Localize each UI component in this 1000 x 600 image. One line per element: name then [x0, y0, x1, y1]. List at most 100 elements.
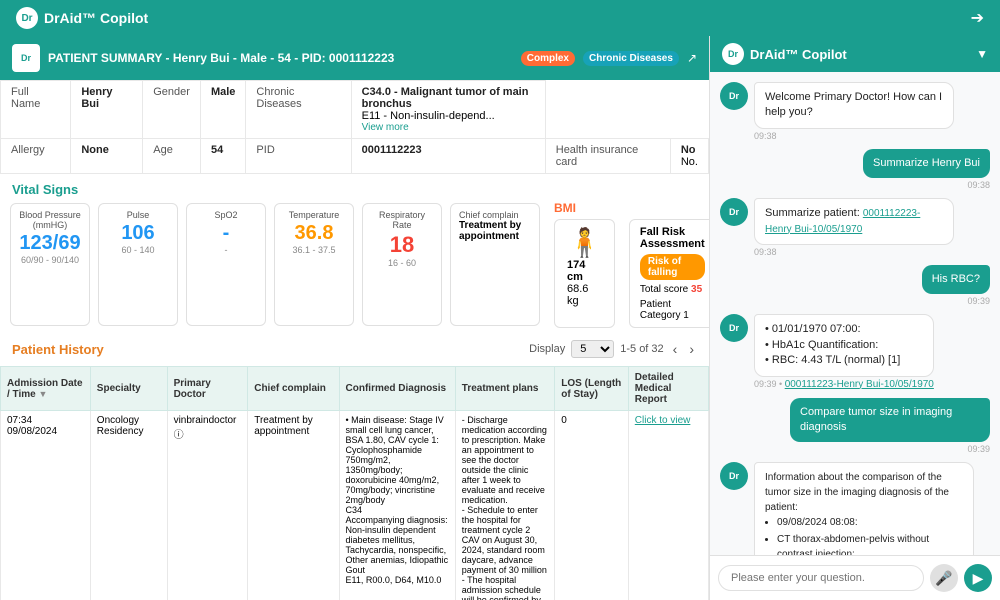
chat-logo-icon: Dr — [722, 43, 744, 65]
chief-complaint-card: Chief complain Treatment by appointment — [450, 203, 540, 326]
col-admission: Admission Date / Time ▼ — [1, 367, 91, 411]
temp-value: 36.8 — [283, 222, 345, 245]
age-label: Age — [143, 139, 201, 174]
cell-report[interactable]: Click to view — [628, 411, 708, 600]
cell-doctor: vinbraindoctor ⓘ — [167, 411, 248, 600]
patient-category-label: Patient Category — [640, 299, 681, 321]
main-layout: Dr PATIENT SUMMARY - Henry Bui - Male - … — [0, 36, 1000, 600]
patient-history-table: Admission Date / Time ▼ Specialty Primar… — [0, 366, 709, 600]
msg-tumor-column: Information about the comparison of the … — [754, 462, 974, 555]
mic-button[interactable]: 🎤 — [930, 564, 958, 592]
msg-summarize-bubble: Summarize Henry Bui — [863, 149, 990, 178]
msg-welcome-column: Welcome Primary Doctor! How can I help y… — [754, 82, 954, 141]
brand-logo: Dr DrAid™ Copilot — [16, 7, 148, 29]
bp-range: 60/90 - 90/140 — [19, 255, 81, 265]
chat-messages: Dr Welcome Primary Doctor! How can I hel… — [710, 72, 1000, 555]
msg-summarize-time: 09:38 — [863, 180, 990, 190]
cell-diagnosis: • Main disease: Stage IV small cell lung… — [339, 411, 455, 600]
temp-range: 36.1 - 37.5 — [283, 245, 345, 255]
full-name-value: Henry Bui — [71, 81, 143, 139]
bot-avatar-4: Dr — [720, 462, 748, 490]
spo2-value: - — [195, 222, 257, 245]
pulse-range: 60 - 140 — [107, 245, 169, 255]
next-page-button[interactable]: › — [686, 341, 697, 357]
bp-value: 123/69 — [19, 232, 81, 255]
resp-value: 18 — [371, 232, 433, 258]
total-score-row: Total score 35 — [640, 284, 705, 295]
view-more-link[interactable]: View more — [362, 122, 535, 133]
col-complaint: Chief complain — [248, 367, 339, 411]
vital-respiratory: Respiratory Rate 18 16 - 60 — [362, 203, 442, 326]
msg-rbc-response-time: 09:39 • 000111223-Henry Bui-10/05/1970 — [754, 379, 934, 390]
col-report: Detailed Medical Report — [628, 367, 708, 411]
col-diagnosis: Confirmed Diagnosis — [339, 367, 455, 411]
chronic-label: Chronic Diseases — [246, 81, 351, 139]
health-insurance-value: No — [681, 144, 698, 156]
allergy-label: Allergy — [1, 139, 71, 174]
col-los: LOS (Length of Stay) — [555, 367, 628, 411]
msg-rbc-response: Dr • 01/01/1970 07:00: • HbA1c Quantific… — [720, 314, 990, 389]
rbc-link[interactable]: 000111223-Henry Bui-10/05/1970 — [785, 379, 934, 390]
pagination-info: 1-5 of 32 — [620, 343, 663, 355]
gender-label: Gender — [143, 81, 201, 139]
col-treatment: Treatment plans — [455, 367, 555, 411]
chronic-badge: Chronic Diseases — [583, 51, 679, 66]
msg-link-response: Dr Summarize patient: 0001112223-Henry B… — [720, 198, 990, 257]
chat-header: Dr DrAid™ Copilot ▼ — [710, 36, 1000, 72]
patient-category-row: Patient Category 1 — [640, 299, 705, 321]
pid-label: PID — [246, 139, 351, 174]
msg-rbc-bubble: His RBC? — [922, 265, 990, 294]
msg-rbc: His RBC? 09:39 — [720, 265, 990, 306]
bmi-weight: 68.6 kg — [567, 283, 602, 307]
allergy-value: None — [71, 139, 143, 174]
external-link-icon[interactable]: ↗ — [687, 51, 697, 65]
tumor-ct: CT thorax-abdomen-pelvis without contras… — [777, 532, 963, 555]
pulse-label: Pulse — [107, 210, 169, 220]
complex-badge: Complex — [521, 51, 575, 66]
bot-avatar-3: Dr — [720, 314, 748, 342]
fall-risk-card: Fall Risk Assessment Risk of falling Tot… — [629, 219, 710, 328]
msg-link-bubble: Summarize patient: 0001112223-Henry Bui-… — [754, 198, 954, 245]
logo-icon: Dr — [16, 7, 38, 29]
display-label: Display — [529, 343, 565, 355]
msg-tumor-bubble: Information about the comparison of the … — [754, 462, 974, 555]
cell-specialty: Oncology Residency — [90, 411, 167, 600]
resp-label: Respiratory Rate — [371, 210, 433, 230]
health-insurance-label: Health insurance card — [545, 139, 670, 174]
msg-compare: Compare tumor size in imaging diagnosis … — [720, 398, 990, 455]
col-doctor: Primary Doctor — [167, 367, 248, 411]
prev-page-button[interactable]: ‹ — [670, 341, 681, 357]
display-select[interactable]: 5 10 20 — [571, 340, 614, 358]
navigate-icon[interactable]: ➔ — [971, 8, 984, 28]
vital-spo2: SpO2 - - — [186, 203, 266, 326]
msg-welcome: Dr Welcome Primary Doctor! How can I hel… — [720, 82, 990, 141]
patient-logo: Dr — [12, 44, 40, 72]
msg-compare-time: 09:39 — [790, 444, 990, 454]
msg-compare-bubble: Compare tumor size in imaging diagnosis — [790, 398, 990, 443]
fall-risk-title: Fall Risk Assessment — [640, 226, 705, 250]
bot-avatar: Dr — [720, 82, 748, 110]
msg-rbc-detail-column: • 01/01/1970 07:00: • HbA1c Quantificati… — [754, 314, 934, 389]
left-panel: Dr PATIENT SUMMARY - Henry Bui - Male - … — [0, 36, 710, 600]
health-insurance-note: No. — [681, 156, 698, 168]
age-value: 54 — [200, 139, 245, 174]
chat-input-area: 🎤 ▶ — [710, 555, 1000, 600]
msg-summarize-column: Summarize Henry Bui 09:38 — [863, 149, 990, 190]
patient-category-value: 1 — [683, 310, 689, 321]
vital-signs-title: Vital Signs — [0, 174, 709, 201]
chat-collapse-icon[interactable]: ▼ — [976, 47, 988, 61]
chat-panel: Dr DrAid™ Copilot ▼ Dr Welcome Primary D… — [710, 36, 1000, 600]
msg-rbc-time: 09:39 — [922, 296, 990, 306]
risk-badge: Risk of falling — [640, 254, 705, 280]
vital-pulse: Pulse 106 60 - 140 — [98, 203, 178, 326]
cell-admission: 07:3409/08/2024 — [1, 411, 91, 600]
send-button[interactable]: ▶ — [964, 564, 992, 592]
tumor-intro: Information about the comparison of the … — [765, 470, 963, 515]
pid-value: 0001112223 — [351, 139, 545, 174]
chat-input[interactable] — [718, 565, 924, 591]
patient-summary-bar: Dr PATIENT SUMMARY - Henry Bui - Male - … — [0, 36, 709, 80]
full-name-label: Full Name — [1, 81, 71, 139]
rbc-date: • 01/01/1970 07:00: — [765, 322, 923, 337]
msg-link-column: Summarize patient: 0001112223-Henry Bui-… — [754, 198, 954, 257]
col-specialty: Specialty — [90, 367, 167, 411]
